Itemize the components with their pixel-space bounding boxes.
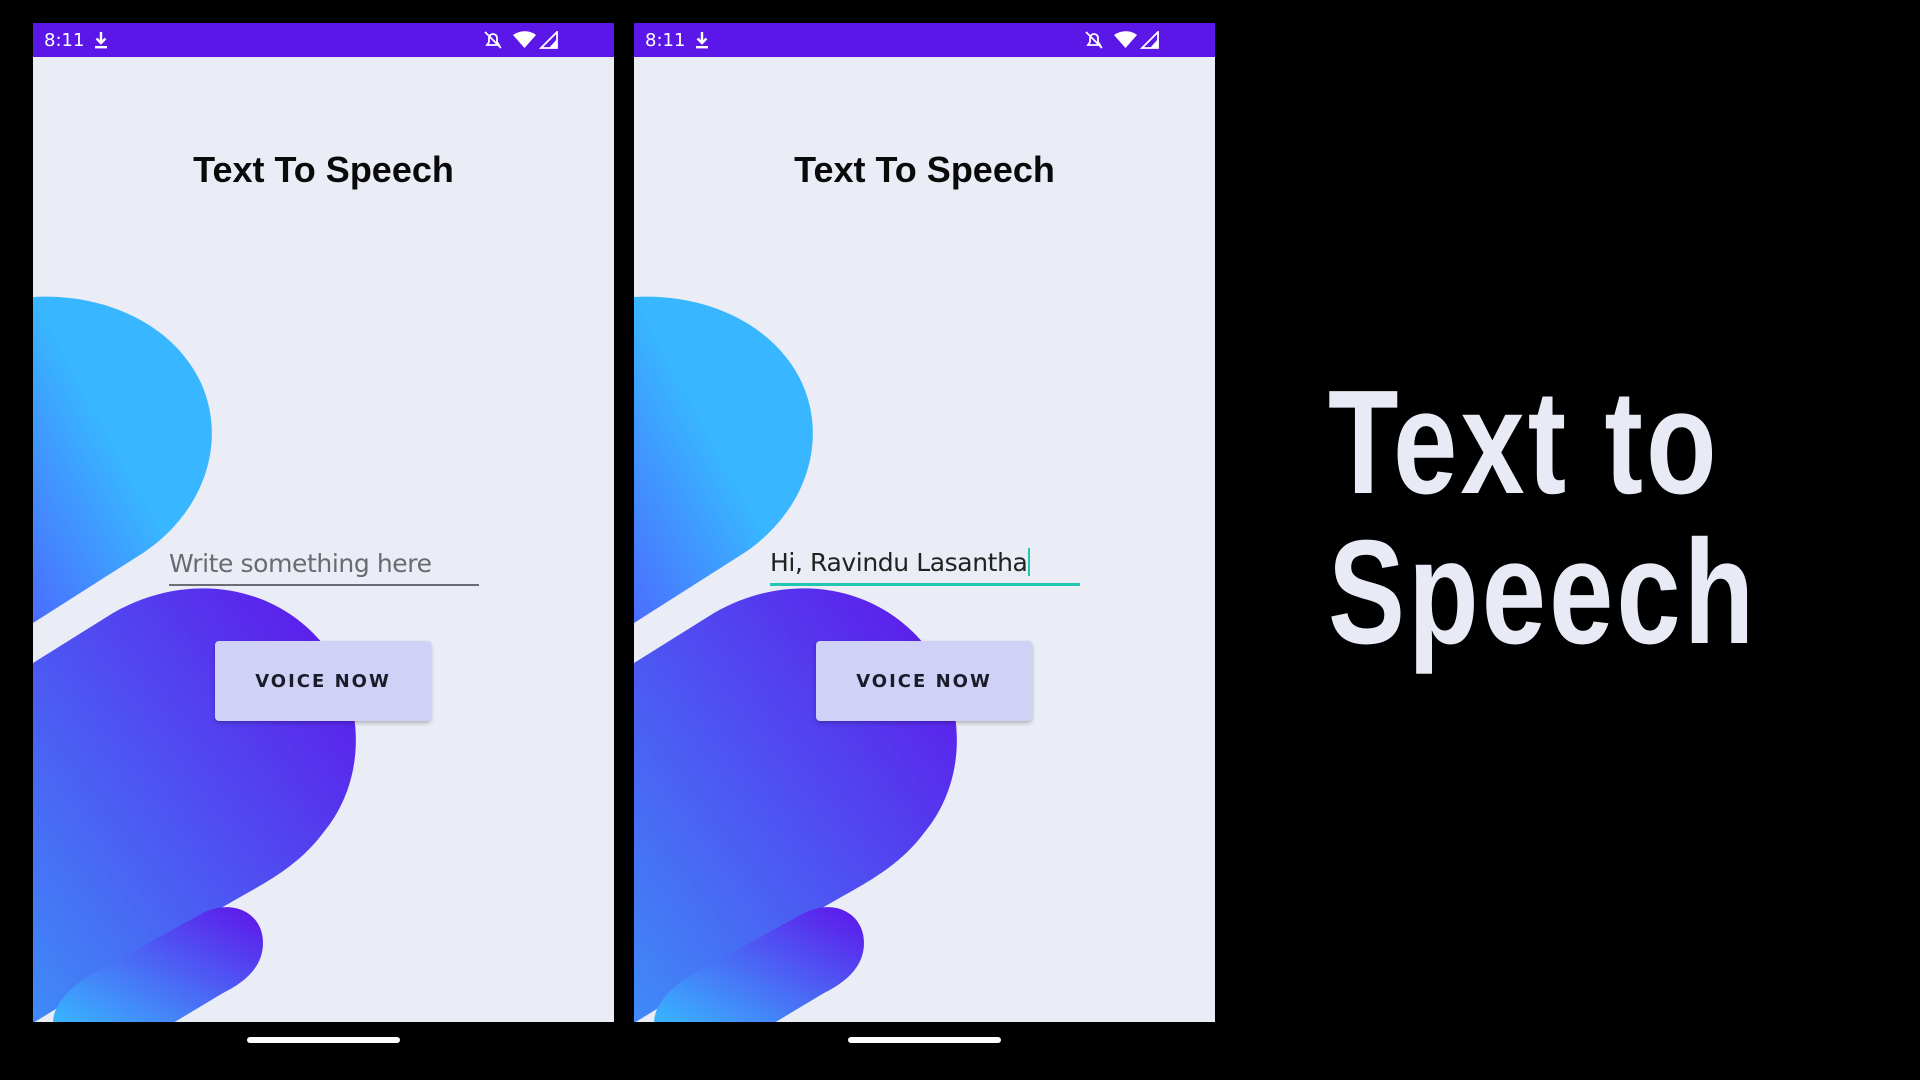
text-input-value: Hi, Ravindu Lasantha (770, 548, 1031, 577)
text-cursor (1028, 548, 1031, 576)
text-input[interactable]: Write something here (169, 526, 479, 586)
gesture-nav-handle[interactable] (848, 1037, 1001, 1043)
promo-line-2: Speech (1328, 510, 1758, 675)
download-icon (696, 32, 708, 49)
status-bar: 8:11 (33, 23, 614, 57)
notifications-off-icon (1085, 31, 1103, 49)
voice-now-button[interactable]: VOICE NOW (816, 641, 1032, 721)
status-icons (484, 31, 558, 49)
voice-now-button[interactable]: VOICE NOW (215, 641, 431, 721)
app-title: Text To Speech (193, 149, 454, 190)
gesture-nav-handle[interactable] (247, 1037, 400, 1043)
promo-line-1: Text to (1328, 360, 1720, 525)
wifi-icon (513, 31, 536, 48)
status-icons (1085, 31, 1159, 49)
wifi-icon (1114, 31, 1137, 48)
app-title: Text To Speech (794, 149, 1055, 190)
status-time: 8:11 (645, 30, 686, 51)
phone-screen-left: 8:11 Text To Speech Write something here… (33, 23, 614, 1022)
download-icon (95, 32, 107, 49)
text-input[interactable]: Hi, Ravindu Lasantha (770, 526, 1080, 586)
notifications-off-icon (484, 31, 502, 49)
status-bar: 8:11 (634, 23, 1215, 57)
text-input-text: Hi, Ravindu Lasantha (770, 548, 1028, 577)
phone-screen-right: 8:11 Text To Speech Hi, Ravindu Lasantha… (634, 23, 1215, 1022)
text-input-placeholder: Write something here (169, 549, 432, 578)
promo-heading: Text to Speech (1328, 360, 1758, 675)
status-time: 8:11 (44, 30, 85, 51)
